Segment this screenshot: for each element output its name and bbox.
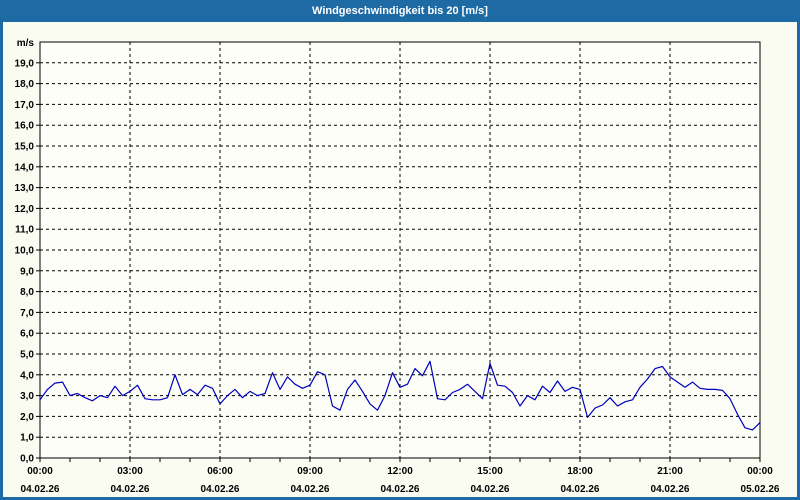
svg-text:18,0: 18,0: [15, 79, 35, 90]
svg-text:3,0: 3,0: [20, 391, 34, 402]
svg-text:19,0: 19,0: [15, 58, 35, 69]
y-axis-labels: 0,0 1,0 2,0 3,0 4,0 5,0 6,0 7,0 8,0 9,0 10,0 11,0 12…: [15, 38, 35, 465]
svg-text:6,0: 6,0: [20, 329, 34, 340]
svg-text:15,0: 15,0: [15, 142, 35, 153]
gridlines: [40, 42, 760, 458]
svg-text:12,0: 12,0: [15, 204, 35, 215]
svg-text:04.02.26: 04.02.26: [561, 484, 600, 495]
svg-text:00:00: 00:00: [747, 466, 773, 477]
svg-text:11,0: 11,0: [15, 225, 34, 236]
svg-text:16,0: 16,0: [15, 121, 35, 132]
svg-text:04.02.26: 04.02.26: [471, 484, 510, 495]
window-title: Windgeschwindigkeit bis 20 [m/s]: [312, 5, 488, 17]
y-axis-unit: m/s: [17, 38, 35, 49]
svg-text:05.02.26: 05.02.26: [741, 484, 780, 495]
svg-text:5,0: 5,0: [20, 350, 34, 361]
svg-text:03:00: 03:00: [117, 466, 143, 477]
svg-text:2,0: 2,0: [20, 412, 34, 423]
chart-area: 0,0 1,0 2,0 3,0 4,0 5,0 6,0 7,0 8,0 9,0 10,0 11,0 12…: [3, 22, 797, 497]
svg-text:10,0: 10,0: [15, 246, 35, 257]
svg-text:04.02.26: 04.02.26: [381, 484, 420, 495]
svg-text:06:00: 06:00: [207, 466, 233, 477]
svg-text:00:00: 00:00: [27, 466, 53, 477]
svg-text:7,0: 7,0: [20, 308, 34, 319]
svg-text:09:00: 09:00: [297, 466, 323, 477]
svg-text:04.02.26: 04.02.26: [651, 484, 690, 495]
x-axis-labels: 00:00 04.02.26 03:00 04.02.26 06:00 04.02.26 0…: [21, 466, 780, 495]
svg-text:04.02.26: 04.02.26: [111, 484, 150, 495]
svg-text:15:00: 15:00: [477, 466, 503, 477]
svg-text:14,0: 14,0: [15, 162, 35, 173]
svg-text:12:00: 12:00: [387, 466, 413, 477]
svg-text:1,0: 1,0: [20, 433, 34, 444]
window: Windgeschwindigkeit bis 20 [m/s] 0,0 1,0 2…: [0, 0, 800, 500]
svg-text:04.02.26: 04.02.26: [291, 484, 330, 495]
svg-text:21:00: 21:00: [657, 466, 683, 477]
svg-text:13,0: 13,0: [15, 183, 35, 194]
svg-text:0,0: 0,0: [20, 454, 34, 465]
svg-text:4,0: 4,0: [20, 370, 34, 381]
svg-text:8,0: 8,0: [20, 287, 34, 298]
svg-text:04.02.26: 04.02.26: [201, 484, 240, 495]
svg-text:18:00: 18:00: [567, 466, 593, 477]
title-bar: Windgeschwindigkeit bis 20 [m/s]: [0, 0, 800, 22]
wind-speed-chart: 0,0 1,0 2,0 3,0 4,0 5,0 6,0 7,0 8,0 9,0 10,0 11,0 12…: [15, 38, 780, 495]
svg-text:04.02.26: 04.02.26: [21, 484, 60, 495]
svg-text:9,0: 9,0: [20, 266, 34, 277]
svg-text:17,0: 17,0: [15, 100, 35, 111]
